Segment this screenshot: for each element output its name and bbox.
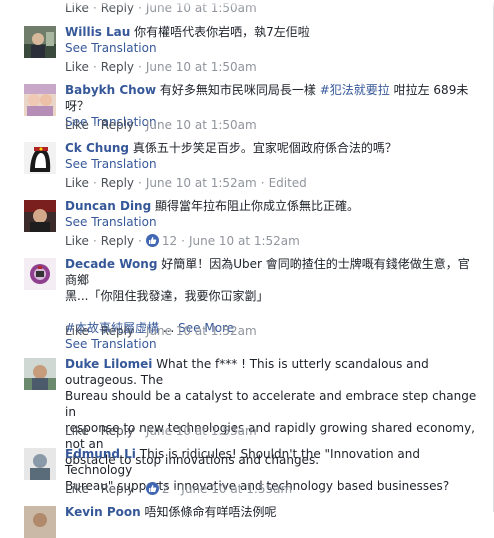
comment-text: 顯得當年拉布阻止你成立係無比正確。: [155, 199, 360, 213]
commenter-name[interactable]: Edmund Li: [65, 447, 136, 461]
commenter-name[interactable]: Ck Chung: [65, 141, 129, 155]
hashtag-link[interactable]: #犯法就要拉: [320, 83, 390, 97]
comment-text: 你有權唔代表你岩哂，執7左佢啦: [134, 25, 310, 39]
like-link[interactable]: Like: [65, 482, 89, 496]
commenter-name[interactable]: Duncan Ding: [65, 199, 151, 213]
thumbs-up-icon[interactable]: [145, 482, 159, 495]
timestamp[interactable]: June 10 at 1:55am: [181, 482, 292, 496]
like-link[interactable]: Like: [65, 118, 89, 132]
like-link[interactable]: Like: [65, 176, 89, 190]
reply-link[interactable]: Reply: [101, 60, 134, 74]
reply-link[interactable]: Reply: [101, 1, 134, 15]
comment-text: 唔知係條命有咩唔法例呢: [144, 505, 277, 519]
like-link[interactable]: Like: [65, 324, 89, 338]
comment-actions: Like · Reply · 2 · June 10 at 1:55am: [65, 482, 293, 496]
reply-link[interactable]: Reply: [101, 234, 134, 248]
avatar[interactable]: [24, 358, 56, 390]
comment-actions: Like · Reply · June 10 at 1:50am: [65, 60, 257, 74]
reply-link[interactable]: Reply: [101, 424, 134, 438]
timestamp[interactable]: June 10 at 1:52am: [146, 324, 257, 338]
commenter-name[interactable]: Kevin Poon: [65, 505, 141, 519]
see-translation-link[interactable]: See Translation: [65, 156, 480, 172]
like-link[interactable]: Like: [65, 234, 89, 248]
avatar[interactable]: [24, 448, 56, 480]
like-link[interactable]: Like: [65, 424, 89, 438]
comment-text-line2: 黑...「你阻住我發達，我要你冚家劏」: [65, 289, 269, 303]
timestamp[interactable]: June 10 at 1:50am: [146, 118, 257, 132]
commenter-name[interactable]: Duke Lilomei: [65, 357, 152, 371]
reply-link[interactable]: Reply: [101, 118, 134, 132]
comment-actions: Like · Reply · June 10 at 1:52am · Edited: [65, 176, 307, 190]
timestamp[interactable]: June 10 at 1:52am: [189, 234, 300, 248]
like-count[interactable]: 2: [162, 482, 170, 496]
comment-actions: Like · Reply · June 10 at 1:50am: [65, 118, 257, 132]
comment-actions: Like · Reply · June 10 at 1:52am: [65, 324, 257, 338]
comment-actions: Like · Reply · 12 · June 10 at 1:52am: [65, 234, 300, 248]
reply-link[interactable]: Reply: [101, 176, 134, 190]
like-count[interactable]: 12: [162, 234, 177, 248]
avatar[interactable]: [24, 142, 56, 174]
edited-label[interactable]: Edited: [269, 176, 307, 190]
like-link[interactable]: Like: [65, 1, 89, 15]
timestamp[interactable]: June 10 at 1:53am: [146, 424, 257, 438]
avatar[interactable]: [24, 84, 56, 116]
comment-actions: Like · Reply · June 10 at 1:53am: [65, 424, 257, 438]
avatar[interactable]: [24, 258, 56, 290]
commenter-name[interactable]: Decade Wong: [65, 257, 157, 271]
comment-text-line2: Bureau should be a catalyst to accelerat…: [65, 389, 477, 419]
commenter-name[interactable]: Babykh Chow: [65, 83, 156, 97]
avatar[interactable]: [24, 200, 56, 232]
avatar[interactable]: [24, 506, 56, 538]
reply-link[interactable]: Reply: [101, 482, 134, 496]
thumbs-up-icon[interactable]: [145, 234, 159, 247]
comment-text: 真係五十步笑足百步。宜家呢個政府係合法的嗎？: [132, 141, 397, 155]
timestamp[interactable]: June 10 at 1:50am: [146, 60, 257, 74]
comment-actions: Like · Reply · June 10 at 1:50am: [65, 1, 257, 15]
reply-link[interactable]: Reply: [101, 324, 134, 338]
timestamp[interactable]: June 10 at 1:52am: [146, 176, 257, 190]
like-link[interactable]: Like: [65, 60, 89, 74]
see-translation-link[interactable]: See Translation: [65, 40, 480, 56]
timestamp[interactable]: June 10 at 1:50am: [146, 1, 257, 15]
see-translation-link[interactable]: See Translation: [65, 214, 480, 230]
avatar[interactable]: [24, 26, 56, 58]
comment-text: 有好多無知市民咪同局長一樣: [159, 83, 316, 97]
commenter-name[interactable]: Willis Lau: [65, 25, 130, 39]
